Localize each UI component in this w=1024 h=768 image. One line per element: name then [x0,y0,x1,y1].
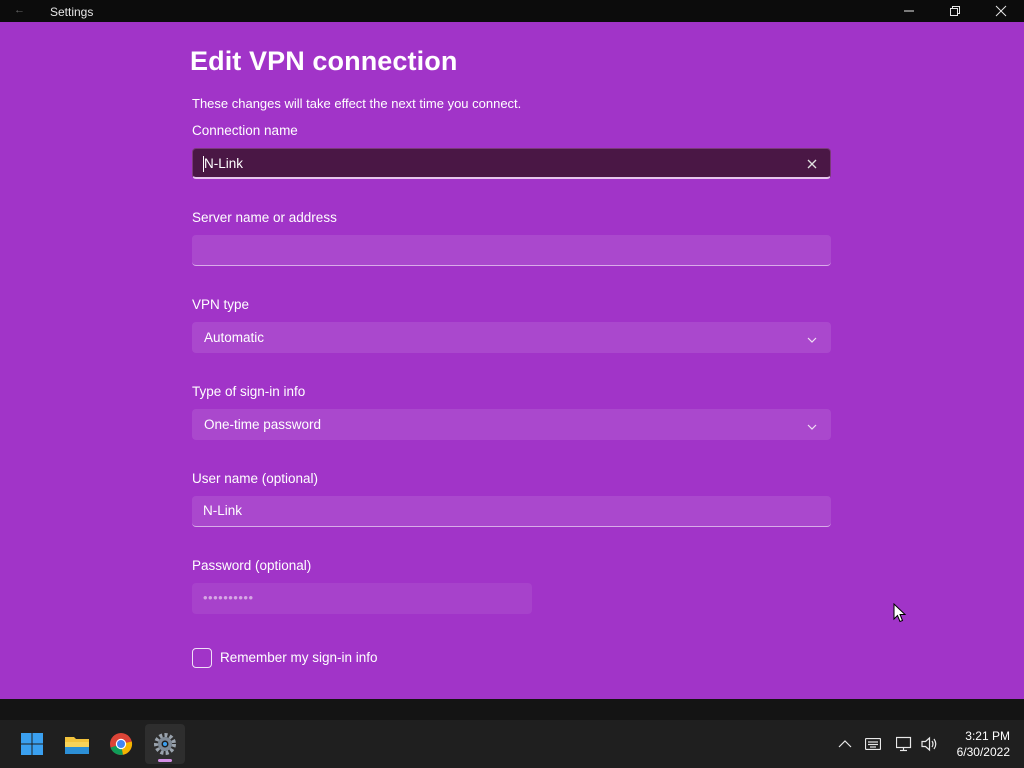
remember-signin-checkbox[interactable] [192,648,212,668]
password-label: Password (optional) [192,558,312,573]
volume-icon [921,736,937,752]
clock-date: 6/30/2022 [956,745,1010,759]
signin-type-value: One-time password [204,417,322,432]
taskbar: 3:21 PM 6/30/2022 [0,720,1024,768]
taskbar-settings[interactable] [145,724,185,764]
keyboard-button[interactable] [864,735,882,753]
mouse-cursor-icon [893,603,907,623]
file-explorer-icon [65,737,89,754]
vpn-type-value: Automatic [204,330,265,345]
username-value: N-Link [203,503,243,518]
taskbar-chrome[interactable] [101,724,141,764]
server-address-label: Server name or address [192,210,337,225]
volume-button[interactable] [921,735,939,753]
connection-name-label: Connection name [192,123,298,138]
username-label: User name (optional) [192,471,319,486]
back-arrow-icon[interactable]: ← [14,4,25,16]
text-caret [203,156,204,172]
network-icon [896,736,912,752]
password-field[interactable]: •••••••••• [192,583,532,614]
active-app-indicator [158,759,172,762]
clear-icon [807,159,817,169]
minimize-icon [904,10,914,12]
window-title: Settings [50,5,94,19]
show-hidden-icons-button[interactable] [836,735,854,753]
restore-icon [950,6,960,16]
start-button[interactable] [12,724,52,764]
taskbar-file-explorer[interactable] [57,724,97,764]
remember-signin-label[interactable]: Remember my sign-in info [220,650,378,665]
close-icon [995,5,1007,17]
password-value: •••••••••• [203,590,254,605]
server-address-field[interactable] [192,235,831,266]
window-bottom-edge [0,699,1024,720]
chrome-icon [110,733,133,755]
maximize-button[interactable] [932,0,978,22]
signin-type-label: Type of sign-in info [192,384,306,399]
chevron-down-icon [807,419,817,437]
title-bar: ← Settings [0,0,1024,22]
taskbar-clock[interactable]: 3:21 PM 6/30/2022 [957,728,1010,760]
connection-name-field[interactable]: N-Link [192,148,831,179]
chevron-up-icon [838,740,852,748]
keyboard-icon [865,738,881,750]
vpn-type-label: VPN type [192,297,250,312]
minimize-button[interactable] [886,0,932,22]
dialog-description: These changes will take effect the next … [192,96,522,111]
network-button[interactable] [896,735,914,753]
vpn-type-dropdown[interactable]: Automatic [192,322,831,353]
connection-name-value: N-Link [204,156,244,171]
username-field[interactable]: N-Link [192,496,831,527]
vpn-edit-panel: Edit VPN connection These changes will t… [0,22,1024,699]
settings-icon [154,733,176,755]
clock-time: 3:21 PM [965,729,1010,743]
chevron-down-icon [807,332,817,350]
clear-text-button[interactable] [804,156,820,172]
windows-start-icon [21,733,43,755]
close-button[interactable] [978,0,1024,22]
signin-type-dropdown[interactable]: One-time password [192,409,831,440]
page-title: Edit VPN connection [190,46,458,76]
